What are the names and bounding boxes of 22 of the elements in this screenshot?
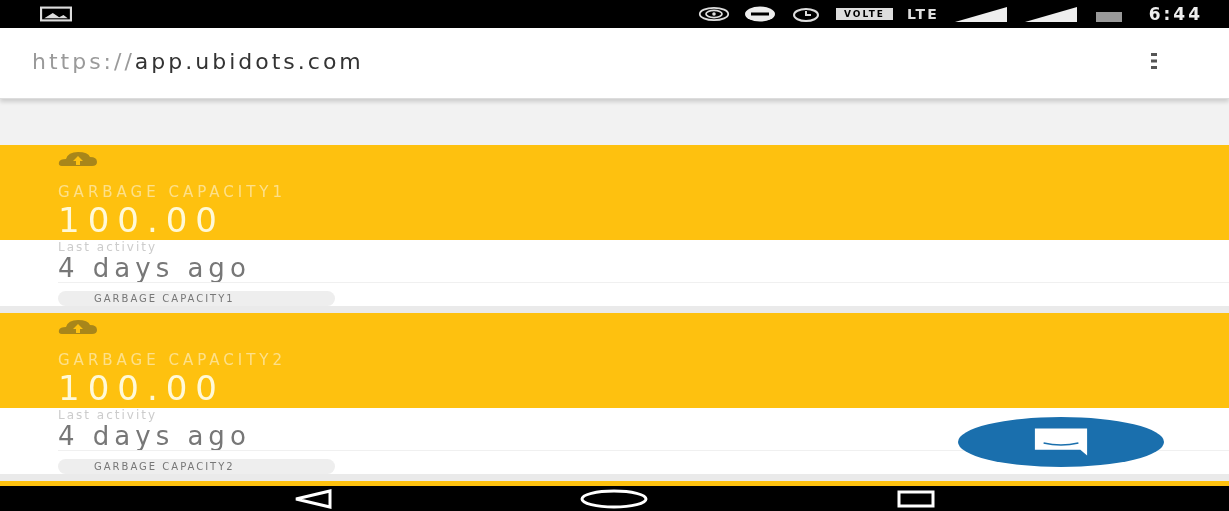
back-icon[interactable] xyxy=(293,488,334,509)
recent-apps-icon[interactable] xyxy=(895,488,936,509)
cloud-upload-icon xyxy=(58,151,98,167)
volte-badge: VOLTE xyxy=(836,8,893,20)
activity-time: 4 days ago xyxy=(58,422,251,450)
variable-tag[interactable]: GARBAGE CAPACITY2 xyxy=(58,459,335,474)
home-icon[interactable] xyxy=(579,488,650,509)
menu-icon[interactable] xyxy=(1149,51,1159,71)
variable-name: GARBAGE CAPACITY1 xyxy=(58,183,287,201)
activity-time: 4 days ago xyxy=(58,254,251,282)
variable-name: GARBAGE CAPACITY2 xyxy=(58,351,287,369)
variable-value: 100.00 xyxy=(58,201,225,239)
image-icon xyxy=(40,6,72,22)
variable-value: 100.00 xyxy=(58,369,225,407)
chat-icon xyxy=(1032,426,1090,458)
clock: 6:44 xyxy=(1148,4,1203,24)
address-field[interactable]: https://app.ubidots.com xyxy=(32,44,364,78)
network-type: LTE xyxy=(907,6,939,22)
cloud-upload-icon xyxy=(58,319,98,335)
alarm-icon xyxy=(790,6,822,22)
variable-tag[interactable]: GARBAGE CAPACITY1 xyxy=(58,291,335,306)
do-not-disturb-icon xyxy=(744,6,776,22)
